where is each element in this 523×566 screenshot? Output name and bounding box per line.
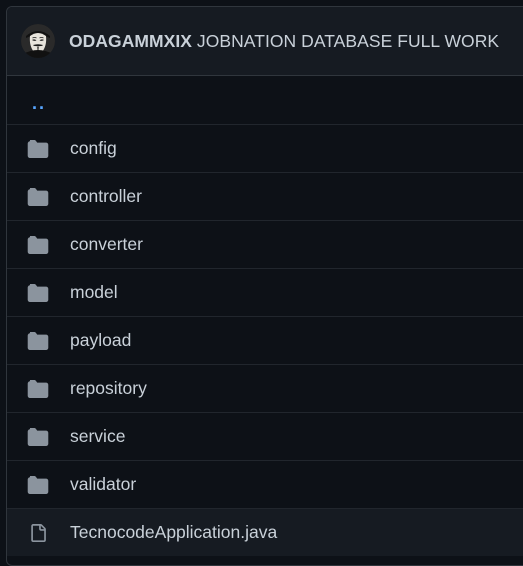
folder-icon	[27, 427, 49, 447]
parent-directory-link[interactable]: ..	[32, 93, 46, 114]
folder-row[interactable]: validator	[7, 460, 523, 508]
file-name-link[interactable]: TecnocodeApplication.java	[70, 522, 277, 543]
folder-icon	[27, 379, 49, 399]
file-row[interactable]: TecnocodeApplication.java	[7, 508, 523, 556]
folder-row[interactable]: service	[7, 412, 523, 460]
commit-message-link[interactable]: JOBNATION DATABASE FULL WORK	[197, 31, 499, 51]
file-list: config controller converter model payload rep…	[7, 124, 523, 556]
folder-name-link[interactable]: service	[70, 426, 125, 447]
latest-commit-header: ODAGAMMXIX JOBNATION DATABASE FULL WORK	[7, 7, 523, 76]
folder-row[interactable]: repository	[7, 364, 523, 412]
folder-icon	[27, 187, 49, 207]
folder-icon	[27, 235, 49, 255]
commit-summary: ODAGAMMXIX JOBNATION DATABASE FULL WORK	[69, 31, 499, 52]
folder-row[interactable]: payload	[7, 316, 523, 364]
folder-row[interactable]: controller	[7, 172, 523, 220]
folder-row[interactable]: converter	[7, 220, 523, 268]
file-icon	[27, 523, 49, 543]
folder-icon	[27, 139, 49, 159]
folder-icon	[27, 331, 49, 351]
folder-name-link[interactable]: payload	[70, 330, 131, 351]
folder-row[interactable]: config	[7, 124, 523, 172]
folder-name-link[interactable]: model	[70, 282, 118, 303]
folder-name-link[interactable]: repository	[70, 378, 147, 399]
folder-name-link[interactable]: converter	[70, 234, 143, 255]
commit-author-link[interactable]: ODAGAMMXIX	[69, 31, 192, 51]
folder-icon	[27, 283, 49, 303]
folder-name-link[interactable]: validator	[70, 474, 136, 495]
folder-name-link[interactable]: config	[70, 138, 117, 159]
folder-name-link[interactable]: controller	[70, 186, 142, 207]
author-avatar[interactable]	[21, 24, 55, 58]
folder-icon	[27, 475, 49, 495]
folder-row[interactable]: model	[7, 268, 523, 316]
parent-directory-row[interactable]: ..	[7, 76, 523, 124]
file-browser: ODAGAMMXIX JOBNATION DATABASE FULL WORK …	[6, 6, 523, 566]
